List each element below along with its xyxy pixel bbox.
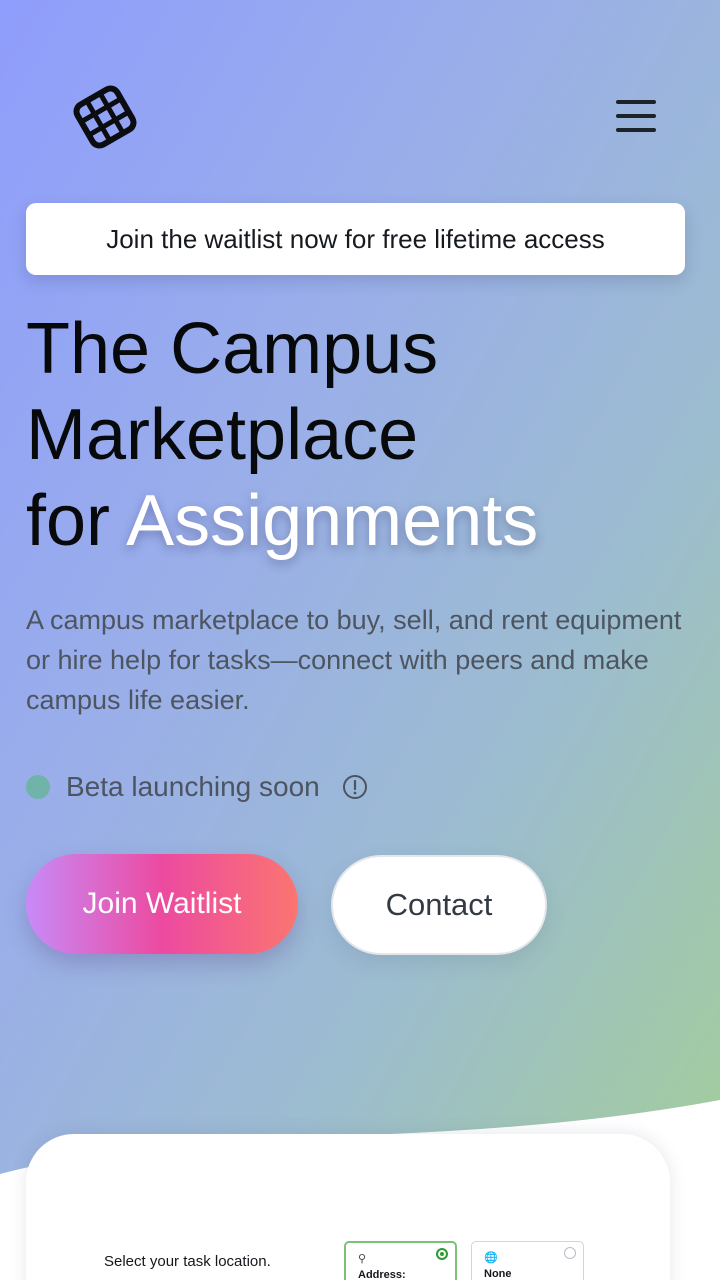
location-option-address[interactable]: ⚲ Address: bbox=[344, 1241, 457, 1280]
option-label: Address: bbox=[358, 1269, 406, 1280]
waitlist-banner[interactable]: Join the waitlist now for free lifetime … bbox=[26, 203, 685, 275]
status-text: Beta launching soon bbox=[66, 771, 320, 802]
headline-line-2: Marketplace bbox=[26, 395, 419, 475]
location-option-none[interactable]: 🌐 None bbox=[471, 1241, 584, 1280]
option-label: None bbox=[484, 1268, 512, 1280]
pin-icon: ⚲ bbox=[358, 1253, 367, 1265]
headline-accent: Assignments bbox=[126, 481, 539, 561]
location-prompt: Select your task location. bbox=[104, 1253, 271, 1270]
globe-icon: 🌐 bbox=[484, 1252, 498, 1264]
headline-line-1: The Campus bbox=[26, 309, 439, 389]
contact-button[interactable]: Contact bbox=[331, 855, 547, 955]
grid-logo-icon[interactable] bbox=[72, 84, 138, 150]
join-waitlist-button[interactable]: Join Waitlist bbox=[26, 854, 298, 954]
radio-unselected[interactable] bbox=[564, 1247, 576, 1259]
radio-selected[interactable] bbox=[436, 1248, 448, 1260]
headline-for: for bbox=[26, 481, 111, 561]
status-dot bbox=[26, 775, 50, 799]
hamburger-menu-icon[interactable] bbox=[612, 100, 660, 140]
beta-status: Beta launching soon bbox=[26, 770, 368, 804]
hero-subtitle: A campus marketplace to buy, sell, and r… bbox=[26, 605, 682, 715]
info-icon[interactable] bbox=[342, 774, 368, 800]
hero-headline: The Campus Marketplace for Assignments bbox=[26, 306, 706, 564]
